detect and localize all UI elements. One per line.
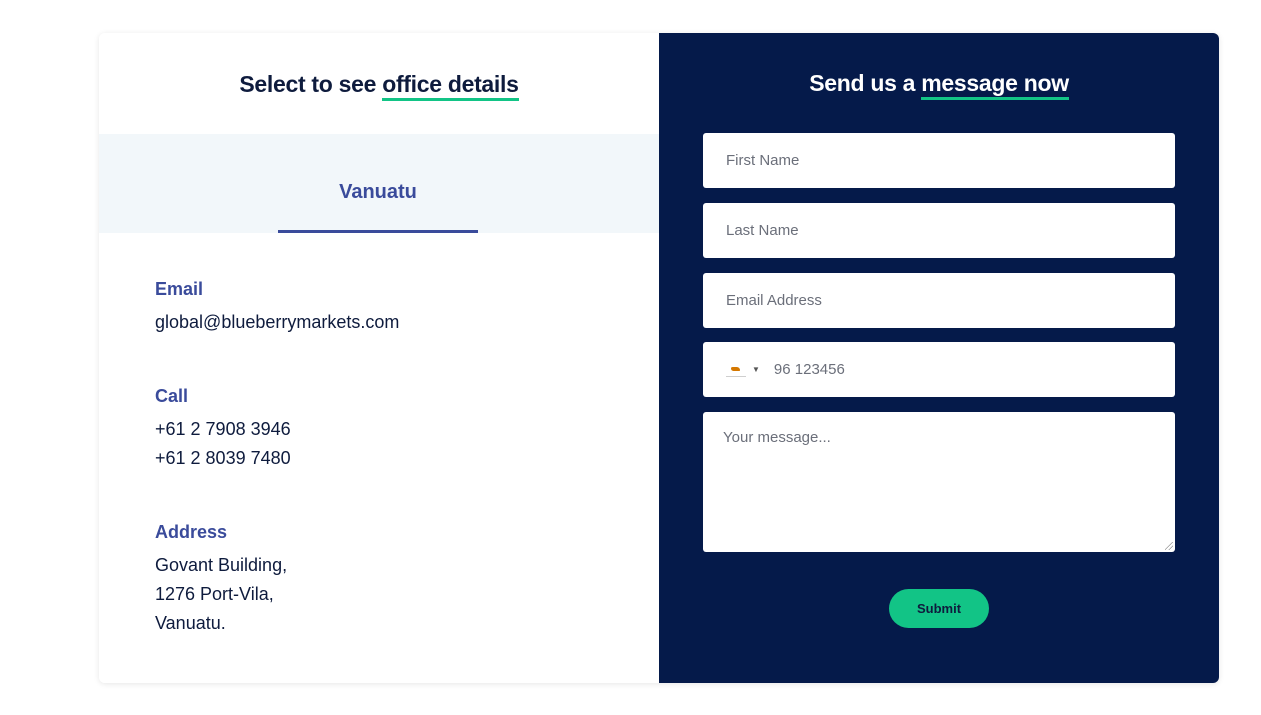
contact-card: Select to see office details Vanuatu Ema… [99,33,1219,683]
last-name-field[interactable]: Last Name [703,203,1175,258]
message-form-panel: Send us a message now First Name Last Na… [659,33,1219,683]
country-code-selector[interactable]: ▼ [726,362,760,377]
message-form-heading: Send us a message now [659,70,1219,100]
heading-prefix: Send us a [809,70,922,96]
heading-prefix: Select to see [239,71,383,97]
address-line-2: 1276 Port-Vila, [155,584,274,604]
office-tabs: Vanuatu [99,134,659,233]
call-label: Call [155,386,189,406]
phone-placeholder: 96 123456 [773,361,845,378]
address-line-1: Govant Building, [155,555,288,575]
office-details-panel: Select to see office details Vanuatu Ema… [99,33,659,683]
call-section: Call +61 2 7908 3946 +61 2 8039 7480 [155,386,291,473]
address-section: Address Govant Building, 1276 Port-Vila,… [155,522,287,638]
phone-field[interactable]: ▼ 96 123456 [703,342,1175,397]
tab-label: Vanuatu [339,181,417,203]
first-name-placeholder: First Name [726,152,800,169]
email-label: Email [155,279,204,299]
heading-highlight: office details [382,71,519,101]
phone-line-1: +61 2 7908 3946 [155,419,291,439]
email-field[interactable]: Email Address [703,273,1175,328]
message-textarea[interactable]: Your message... [703,412,1175,552]
resize-handle[interactable] [1165,542,1173,550]
heading-highlight: message now [921,70,1069,100]
tab-vanuatu[interactable]: Vanuatu [278,134,478,233]
address-line-3: Vanuatu. [155,613,226,633]
last-name-placeholder: Last Name [726,222,799,239]
phone-line-2: +61 2 8039 7480 [155,448,291,468]
address-label: Address [155,522,228,542]
chevron-down-icon: ▼ [752,365,760,374]
email-section: Email global@blueberrymarkets.com [155,279,399,337]
email-value: global@blueberrymarkets.com [155,312,400,332]
office-details-heading: Select to see office details [99,71,659,101]
email-placeholder: Email Address [726,292,822,309]
cyprus-flag-icon [726,362,746,377]
submit-button[interactable]: Submit [889,589,989,628]
message-placeholder: Your message... [723,429,831,446]
active-tab-underline [278,230,478,233]
first-name-field[interactable]: First Name [703,133,1175,188]
